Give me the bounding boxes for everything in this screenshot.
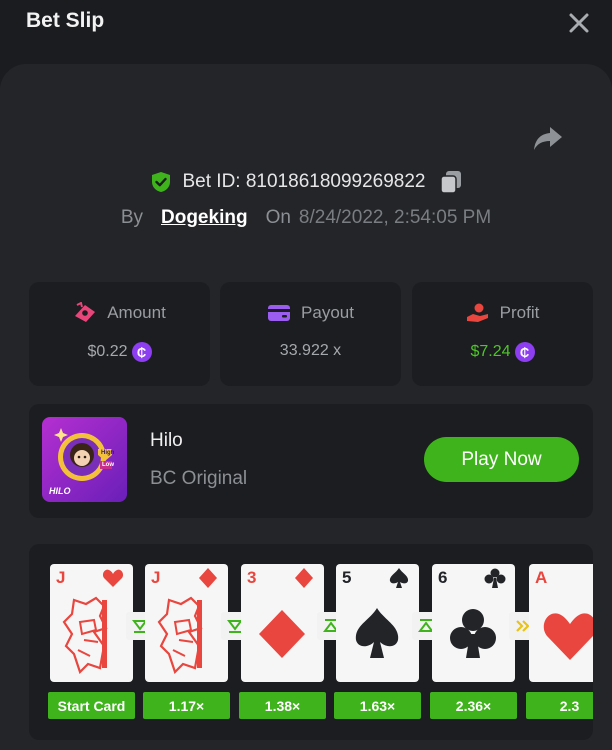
amount-stat: Amount $0.22 ₵ — [29, 282, 210, 386]
jack-face-icon — [157, 596, 203, 674]
profit-stat: Profit $7.24 ₵ — [412, 282, 593, 386]
by-label: By — [120, 207, 143, 228]
amount-label: Amount — [107, 303, 166, 322]
club-large-icon — [450, 609, 496, 658]
profit-label: Profit — [499, 303, 540, 322]
playing-card: 3 — [241, 564, 324, 682]
play-now-button[interactable]: Play Now — [424, 437, 579, 482]
diamond-icon — [295, 568, 313, 588]
share-icon[interactable] — [532, 124, 564, 152]
playing-card: J — [145, 564, 228, 682]
card-multiplier: 2.36× — [430, 692, 517, 719]
payout-value: 33.922 x — [279, 342, 342, 359]
thumb-logo: HILO — [49, 486, 71, 496]
coin-icon: ₵ — [514, 342, 535, 362]
game-thumbnail[interactable]: High Low HILO — [42, 417, 127, 502]
card-multiplier: 1.63× — [334, 692, 421, 719]
card-rank: 3 — [247, 568, 257, 587]
diamond-large-icon — [259, 610, 305, 658]
card-rank: 6 — [438, 568, 448, 587]
bet-date: 8/24/2022, 2:54:05 PM — [298, 207, 492, 228]
heart-icon — [102, 569, 124, 587]
card-multiplier: 1.17× — [143, 692, 230, 719]
bet-id-text: Bet ID: 81018618099269822 — [182, 171, 426, 192]
card-multiplier: 1.38× — [239, 692, 326, 719]
jack-face-icon — [62, 596, 108, 674]
playing-card: 6 — [432, 564, 515, 682]
thumb-badge-top: High — [101, 450, 115, 456]
hand-coin-icon — [466, 303, 488, 322]
thumb-badge-bottom: Low — [102, 462, 114, 468]
close-icon[interactable] — [566, 10, 592, 36]
card-rank: J — [151, 568, 161, 587]
game-name: Hilo — [150, 430, 183, 451]
money-icon — [75, 302, 96, 322]
card-multiplier: 2.3 — [526, 692, 593, 719]
username-link[interactable]: Dogeking — [161, 207, 248, 229]
page-title: Bet Slip — [26, 9, 105, 32]
bet-id-row: Bet ID: 81018618099269822 — [0, 167, 612, 197]
game-card: High Low HILO Hilo BC Original Play Now — [29, 404, 593, 518]
diamond-icon — [199, 568, 217, 588]
payout-label: Payout — [301, 303, 354, 322]
on-label: On — [265, 207, 291, 228]
card-multiplier: Start Card — [48, 692, 135, 719]
spade-large-icon — [355, 608, 399, 658]
playing-card: J — [50, 564, 133, 682]
cards-history: J Start Card J 1.17× 3 1.38× 5 1.63× 6 2… — [29, 544, 593, 740]
card-rank: 5 — [342, 568, 352, 587]
profit-value: $7.24 — [470, 343, 511, 360]
playing-card: 5 — [336, 564, 419, 682]
wallet-icon — [268, 305, 291, 321]
card-rank: J — [56, 568, 66, 587]
card-rank: A — [535, 568, 548, 587]
spade-icon — [389, 568, 409, 588]
payout-stat: Payout 33.922 x — [220, 282, 401, 386]
coin-icon: ₵ — [131, 342, 152, 362]
bet-slip-header: Bet Slip — [0, 0, 612, 52]
bet-meta-row: By Dogeking On 8/24/2022, 2:54:05 PM — [0, 203, 612, 233]
shield-check-icon — [151, 172, 170, 192]
game-provider: BC Original — [150, 468, 248, 489]
playing-card: A — [529, 564, 593, 682]
club-icon — [484, 568, 506, 588]
copy-icon[interactable] — [439, 170, 462, 194]
heart-large-icon — [543, 613, 593, 660]
amount-value: $0.22 — [87, 343, 128, 360]
